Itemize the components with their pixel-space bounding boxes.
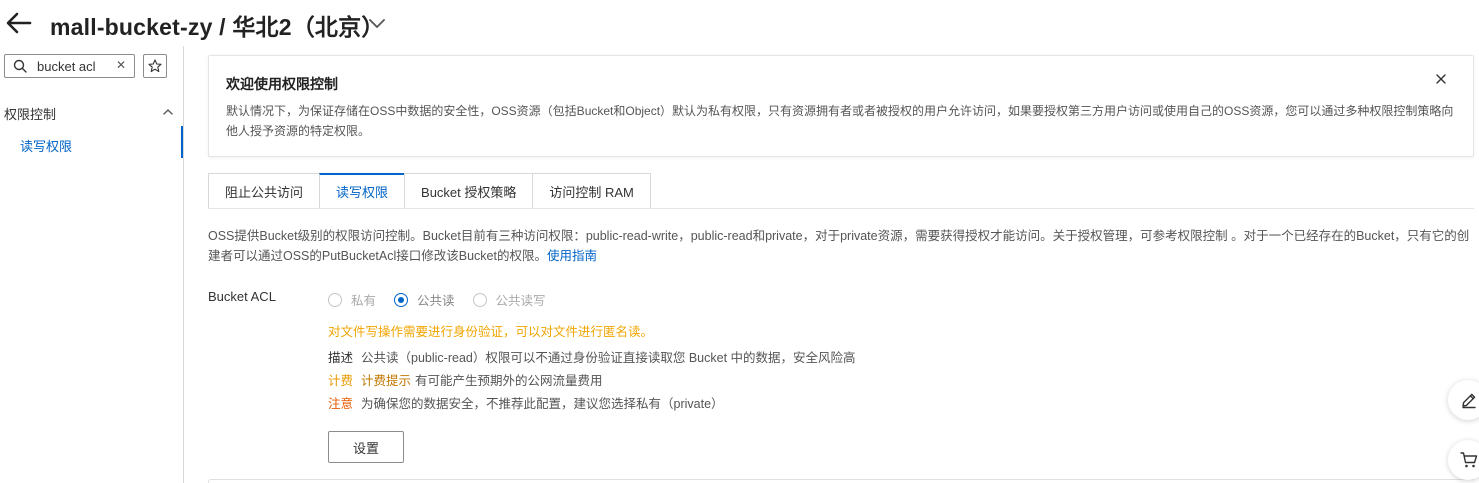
usage-guide-link[interactable]: 使用指南: [547, 249, 597, 263]
close-icon[interactable]: [1434, 72, 1448, 86]
radio-public-read-write[interactable]: [472, 292, 487, 307]
notice-text: 默认情况下，为保证存储在OSS中数据的安全性，OSS资源（包括Bucket和Ob…: [226, 104, 1454, 138]
acl-option-private[interactable]: 私有: [328, 290, 376, 309]
edit-icon: [1462, 393, 1476, 409]
info-text-description: 公共读（public-read）权限可以不通过身份验证直接读取您 Bucket …: [361, 351, 856, 365]
acl-description: OSS提供Bucket级别的权限访问控制。Bucket目前有三种访问权限：pub…: [208, 226, 1474, 266]
radio-private[interactable]: [328, 292, 342, 307]
radio-public-read[interactable]: [394, 292, 409, 307]
search-icon: [13, 59, 27, 73]
nav-group-permission-control[interactable]: 权限控制: [4, 104, 56, 123]
acl-option-label: 公共读: [417, 294, 455, 308]
sidebar: ✕ 权限控制 读写权限: [0, 46, 184, 483]
acl-warning: 对文件写操作需要进行身份验证，可以对文件进行匿名读。: [328, 325, 654, 339]
next-panel-edge: [208, 479, 1474, 483]
clear-icon[interactable]: ✕: [116, 58, 126, 72]
search-input[interactable]: [37, 57, 113, 75]
feedback-float-button[interactable]: [1448, 380, 1479, 420]
acl-info-note: 注意 为确保您的数据安全，不推荐此配置，建议您选择私有（private）: [328, 393, 724, 412]
info-text-note: 为确保您的数据安全，不推荐此配置，建议您选择私有（private）: [361, 397, 724, 411]
set-acl-button[interactable]: 设置: [328, 431, 404, 463]
star-icon: [148, 59, 162, 73]
tab-access-control-ram[interactable]: 访问控制 RAM: [532, 173, 651, 209]
bucket-acl-label: Bucket ACL: [208, 289, 276, 304]
info-key-note: 注意: [328, 397, 354, 411]
chevron-up-icon[interactable]: [162, 106, 174, 118]
acl-option-public-read[interactable]: 公共读: [394, 290, 455, 309]
back-arrow-icon[interactable]: [6, 10, 32, 36]
acl-option-public-read-write[interactable]: 公共读写: [472, 290, 546, 309]
tab-bucket-policy[interactable]: Bucket 授权策略: [404, 173, 533, 209]
page-title: mall-bucket-zy / 华北2（北京）: [50, 14, 385, 40]
tab-read-write-permission[interactable]: 读写权限: [319, 173, 405, 209]
notice-title: 欢迎使用权限控制: [226, 76, 338, 92]
billing-tip-link[interactable]: 计费提示: [361, 374, 411, 388]
welcome-notice: 欢迎使用权限控制 默认情况下，为保证存储在OSS中数据的安全性，OSS资源（包括…: [208, 55, 1474, 157]
info-text-billing: 有可能产生预期外的公网流量费用: [415, 374, 603, 388]
acl-description-text: OSS提供Bucket级别的权限访问控制。Bucket目前有三种访问权限：pub…: [208, 229, 1470, 263]
sidebar-item-read-write-permission[interactable]: 读写权限: [20, 136, 72, 155]
acl-info-billing: 计费 计费提示 有可能产生预期外的公网流量费用: [328, 370, 603, 389]
tab-bar: 阻止公共访问 读写权限 Bucket 授权策略 访问控制 RAM: [208, 173, 651, 209]
acl-info-description: 描述 公共读（public-read）权限可以不通过身份验证直接读取您 Bucke…: [328, 347, 856, 366]
acl-option-label: 私有: [351, 294, 377, 308]
tab-block-public-access[interactable]: 阻止公共访问: [208, 173, 320, 209]
nav-active-indicator: [181, 126, 183, 158]
acl-option-label: 公共读写: [495, 294, 546, 308]
acl-radio-group: 私有 公共读 公共读写: [328, 290, 564, 309]
info-key-description: 描述: [328, 351, 354, 365]
info-key-billing: 计费: [328, 374, 354, 388]
page: mall-bucket-zy / 华北2（北京） ✕ 权限控制 读写权限 欢迎使…: [0, 0, 1479, 483]
tabs-divider: [208, 208, 1474, 209]
search-box: ✕: [4, 54, 135, 78]
favorite-button[interactable]: [143, 54, 167, 78]
cart-icon: [1460, 452, 1478, 468]
header: mall-bucket-zy / 华北2（北京）: [0, 0, 1479, 46]
chevron-down-icon[interactable]: [368, 14, 386, 32]
cart-float-button[interactable]: [1448, 440, 1479, 480]
